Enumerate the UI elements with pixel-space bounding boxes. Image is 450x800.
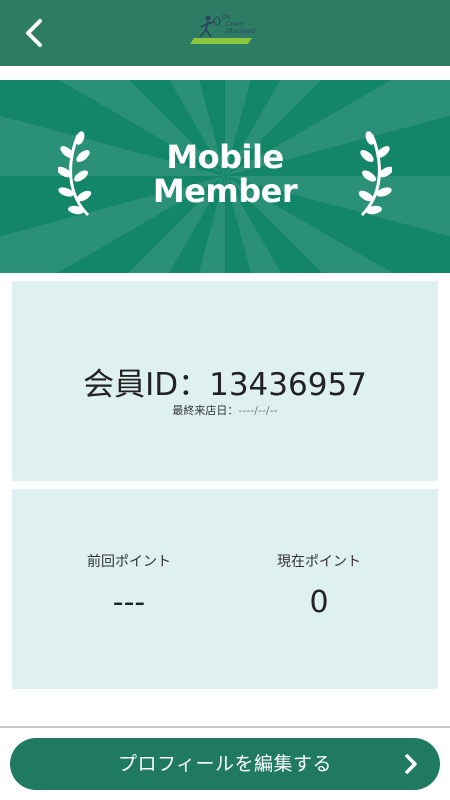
member-id-card: 会員ID：13436957 最終来店日：----/--/-- (12, 281, 438, 481)
chevron-right-icon (405, 754, 417, 774)
current-points-label: 現在ポイント (277, 554, 361, 570)
banner-title: Mobile Member (0, 140, 450, 208)
member-banner: Mobile Member (0, 80, 450, 273)
member-id: 会員ID：13436957 (83, 367, 367, 403)
last-visit-label: 最終来店日： (172, 404, 239, 417)
logo-text: On Court (Racquet) (222, 14, 256, 35)
footer-divider (0, 726, 450, 728)
current-points-value: 0 (309, 585, 329, 620)
top-bar: On Court (Racquet) (0, 0, 450, 66)
current-points: 現在ポイント 0 (244, 551, 394, 620)
points-card: 前回ポイント --- 現在ポイント 0 (12, 489, 438, 689)
banner-title-line2: Member (152, 172, 298, 210)
previous-points-value: --- (112, 585, 146, 620)
edit-profile-button[interactable]: プロフィールを編集する (10, 738, 440, 790)
previous-points: 前回ポイント --- (54, 551, 204, 620)
previous-points-label: 前回ポイント (87, 554, 171, 570)
app-logo: On Court (Racquet) (186, 12, 266, 50)
last-visit: 最終来店日：----/--/-- (12, 402, 438, 418)
last-visit-value: ----/--/-- (238, 404, 278, 417)
banner-title-line1: Mobile (166, 138, 284, 176)
back-button[interactable] (14, 13, 54, 53)
edit-profile-label: プロフィールを編集する (117, 753, 333, 775)
chevron-left-icon (26, 19, 42, 47)
